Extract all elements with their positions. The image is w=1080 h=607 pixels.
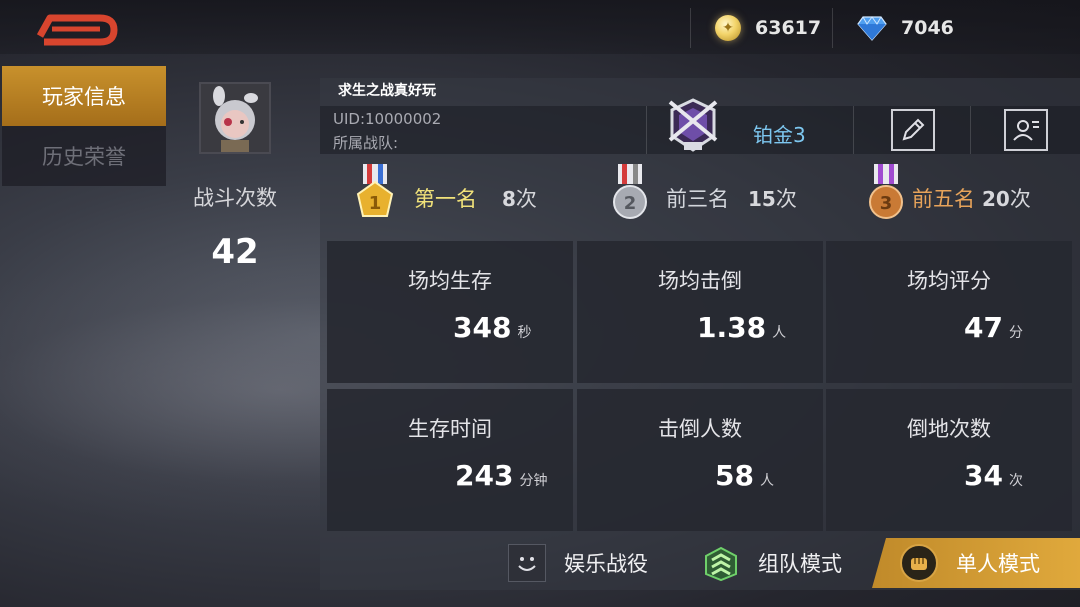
stat-avg-score-label: 场均评分	[907, 269, 991, 293]
mode-squad-button[interactable]: 组队模式	[702, 538, 842, 588]
avatar	[199, 82, 271, 154]
stat-downed-count-value: 34 次	[964, 459, 1023, 492]
stat-avg-knockdowns: 场均击倒 1.38 人	[577, 241, 823, 383]
gold-coin-icon: ✦	[715, 15, 741, 41]
stat-avg-knockdowns-number: 1.38	[697, 311, 767, 344]
gold-currency: ✦ 63617	[690, 8, 832, 48]
stat-avg-survival-unit: 秒	[517, 325, 532, 341]
rank-name: 铂金3	[753, 123, 806, 147]
stat-knockdown-count-label: 击倒人数	[658, 417, 742, 441]
gold-medal-icon: 1	[356, 164, 394, 217]
rank-emblem-icon	[668, 98, 718, 152]
silver-medal-icon: 2	[613, 164, 647, 219]
stat-avg-score: 场均评分 47 分	[826, 241, 1072, 383]
id-card-icon	[1013, 120, 1039, 141]
stat-survival-time-value: 243 分钟	[455, 459, 547, 492]
diamond-value: 7046	[901, 17, 954, 39]
gold-value: 63617	[755, 17, 822, 39]
svg-text:1: 1	[369, 193, 382, 214]
battle-count-value: 42	[211, 232, 259, 272]
stat-survival-time-number: 243	[455, 459, 514, 492]
edit-frame	[890, 109, 935, 151]
first-place-count-unit: 次	[515, 187, 537, 211]
svg-text:3: 3	[880, 193, 893, 214]
stat-avg-knockdowns-unit: 人	[772, 325, 787, 341]
player-name: 求生之战真好玩	[338, 83, 436, 99]
stat-knockdown-count-unit: 人	[759, 473, 774, 489]
fist-icon	[900, 544, 938, 582]
avatar-character-icon	[201, 84, 269, 152]
stat-downed-count: 倒地次数 34 次	[826, 389, 1072, 531]
stat-avg-score-number: 47	[964, 311, 1003, 344]
id-card-button[interactable]	[972, 106, 1080, 154]
first-place-label: 第一名	[414, 187, 477, 211]
mode-squad-label: 组队模式	[758, 552, 842, 576]
back-button[interactable]	[30, 8, 120, 50]
stat-knockdown-count-value: 58 人	[715, 459, 774, 492]
stat-avg-survival-number: 348	[453, 311, 512, 344]
diamond-currency: 7046	[832, 8, 1080, 48]
stat-avg-survival-label: 场均生存	[408, 269, 492, 293]
top-five-count: 20次	[982, 183, 1031, 213]
mode-solo-label: 单人模式	[956, 552, 1040, 576]
pencil-icon	[902, 118, 924, 141]
stat-downed-count-unit: 次	[1008, 473, 1023, 489]
smiley-icon	[508, 544, 546, 582]
battle-count-label: 战斗次数	[193, 186, 277, 210]
diamond-icon	[857, 16, 887, 41]
stat-downed-count-number: 34	[964, 459, 1003, 492]
tab-player-info[interactable]: 玩家信息	[2, 66, 166, 126]
mode-solo-button[interactable]: 单人模式	[872, 538, 1080, 588]
back-arrow-icon	[36, 14, 118, 46]
top-three-count-value: 15	[748, 187, 776, 211]
player-uid: UID:10000002	[333, 110, 442, 128]
stat-survival-time-label: 生存时间	[408, 417, 492, 441]
top-three-count: 15次	[748, 183, 797, 213]
edit-profile-button[interactable]	[855, 106, 971, 154]
stat-avg-score-value: 47 分	[964, 311, 1023, 344]
svg-text:2: 2	[624, 193, 637, 214]
stat-avg-survival-value: 348 秒	[453, 311, 531, 344]
stat-avg-survival: 场均生存 348 秒	[327, 241, 573, 383]
first-place-count: 8次	[502, 183, 537, 213]
id-card-frame	[1004, 109, 1048, 151]
stat-avg-knockdowns-value: 1.38 人	[697, 311, 786, 344]
stat-survival-time-unit: 分钟	[519, 473, 548, 489]
side-tabs: 玩家信息 历史荣誉	[2, 66, 166, 186]
stat-avg-knockdowns-label: 场均击倒	[658, 269, 742, 293]
stat-knockdown-count: 击倒人数 58 人	[577, 389, 823, 531]
bronze-medal-icon: 3	[869, 164, 903, 219]
stat-survival-time: 生存时间 243 分钟	[327, 389, 573, 531]
stat-avg-score-unit: 分	[1008, 325, 1023, 341]
squad-chevron-icon	[702, 544, 740, 582]
top-three-count-unit: 次	[775, 187, 797, 211]
first-place-count-value: 8	[502, 187, 516, 211]
player-team: 所属战队:	[333, 134, 399, 152]
stat-downed-count-label: 倒地次数	[907, 417, 991, 441]
top-three-label: 前三名	[666, 187, 729, 211]
stat-knockdown-count-number: 58	[715, 459, 754, 492]
mode-casual-campaign-label: 娱乐战役	[564, 552, 648, 576]
tab-history-honors[interactable]: 历史荣誉	[2, 126, 166, 186]
top-five-label: 前五名	[912, 187, 975, 211]
top-five-count-value: 20	[982, 187, 1010, 211]
mode-casual-campaign-button[interactable]: 娱乐战役	[508, 538, 648, 588]
top-five-count-unit: 次	[1009, 187, 1031, 211]
